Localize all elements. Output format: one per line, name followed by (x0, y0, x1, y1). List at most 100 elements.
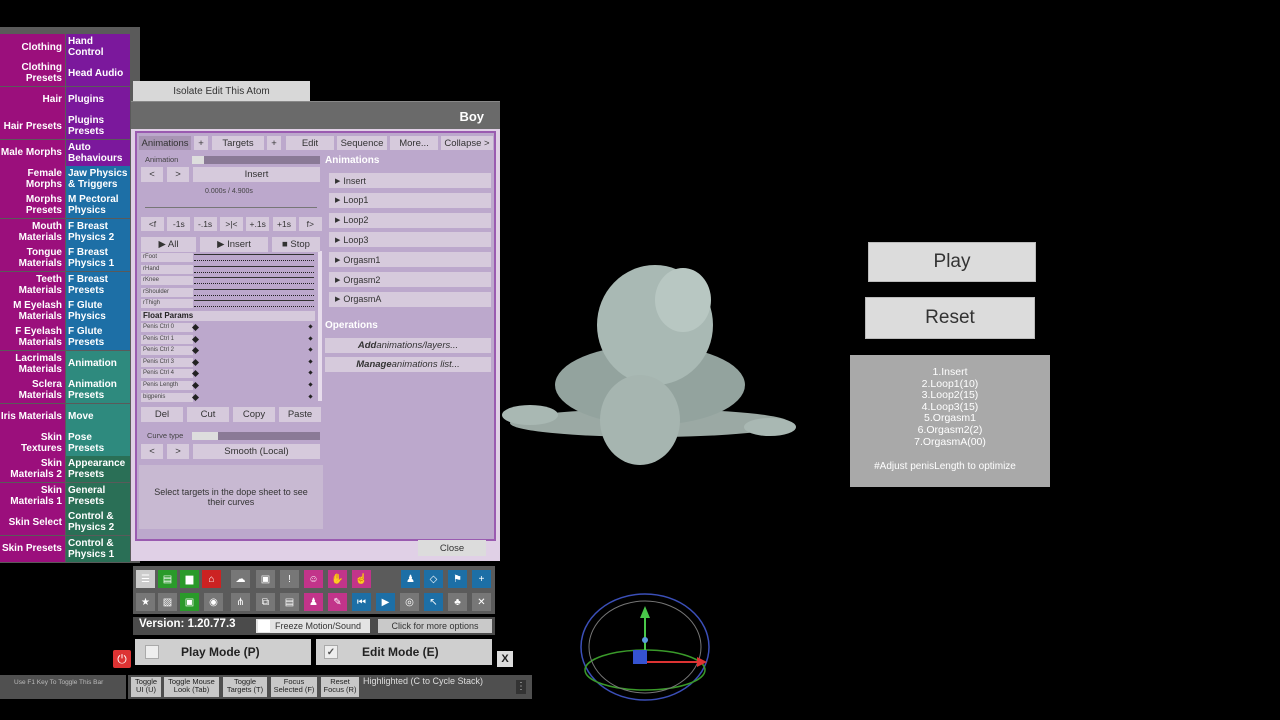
animation-item-4[interactable]: ▶ Orgasm1 (329, 252, 491, 268)
prev-animation-button[interactable]: < (141, 167, 163, 182)
screenshot-icon[interactable]: ▣ (180, 593, 199, 611)
play-button-2[interactable]: ■ Stop (272, 237, 320, 252)
tab-left-18[interactable]: Skin Select (0, 509, 65, 536)
person-select-icon[interactable]: ♟ (304, 593, 323, 611)
track-label[interactable]: rFoot (141, 253, 193, 262)
tab-right-5[interactable]: Jaw Physics & Triggers (66, 166, 130, 192)
power-icon[interactable]: ⏻ (113, 650, 131, 668)
tab-right-16[interactable]: Appearance Presets (66, 456, 130, 483)
bottom-button-2[interactable]: Toggle Targets (T) (223, 677, 267, 697)
wand-icon[interactable]: ✎ (328, 593, 347, 611)
play-mode-checkbox[interactable] (145, 645, 159, 659)
track-label[interactable]: rHand (141, 264, 193, 274)
edit-button-del[interactable]: Del (141, 407, 183, 422)
tab-left-4[interactable]: Male Morphs (0, 139, 65, 166)
tab-right-7[interactable]: F Breast Physics 2 (66, 218, 130, 245)
float-track-label[interactable]: Penis Ctrl 0 (141, 323, 193, 332)
tools-icon[interactable]: ✕ (472, 593, 491, 611)
edit-scene-icon[interactable]: ▨ (158, 593, 177, 611)
hand-icon[interactable]: ✋ (328, 570, 347, 588)
tab-left-2[interactable]: Hair (0, 86, 65, 113)
tab-right-12[interactable]: Animation (66, 350, 130, 377)
freeze-toggle[interactable]: Freeze Motion/Sound (256, 619, 370, 633)
hierarchy-icon[interactable]: ⋔ (231, 593, 250, 611)
curve-type-select[interactable]: Smooth (Local) (193, 444, 320, 459)
menu-dots-icon[interactable]: ⋮ (516, 680, 526, 694)
target-icon[interactable]: ◎ (400, 593, 419, 611)
bottom-button-3[interactable]: Focus Selected (F) (271, 677, 317, 697)
keyframe-icon[interactable] (191, 323, 200, 332)
cloud-icon[interactable]: ☁ (231, 570, 250, 588)
step-button-0[interactable]: <f (141, 217, 164, 231)
step-button-6[interactable]: f> (298, 217, 322, 231)
float-track-label[interactable]: Penis Length (141, 381, 193, 390)
bottom-button-4[interactable]: Reset Focus (R) (321, 677, 359, 697)
track-keyframes[interactable] (194, 288, 314, 296)
person-add-icon[interactable]: ☺ (304, 570, 323, 588)
keyframe-icon[interactable] (308, 382, 313, 387)
home-icon[interactable]: ⌂ (202, 570, 221, 588)
animation-slider-thumb[interactable] (192, 156, 204, 164)
keyframe-icon[interactable] (191, 381, 200, 390)
dope-scrollbar[interactable] (318, 251, 322, 401)
track-keyframes[interactable] (194, 265, 314, 273)
tab-targets[interactable]: Targets (212, 136, 264, 150)
tab-left-8[interactable]: Tongue Materials (0, 245, 65, 272)
pointer-hand-icon[interactable]: ☝ (352, 570, 371, 588)
track-label[interactable]: rThigh (141, 299, 193, 309)
person-icon[interactable]: ♟ (401, 570, 420, 588)
tab-right-8[interactable]: F Breast Physics 1 (66, 245, 130, 272)
tab-left-6[interactable]: Morphs Presets (0, 192, 65, 219)
track-label[interactable]: rShoulder (141, 287, 193, 297)
freeze-checkbox[interactable] (258, 620, 270, 632)
animation-item-5[interactable]: ▶ Orgasm2 (329, 272, 491, 287)
edit-mode-checkbox[interactable]: ✓ (324, 645, 338, 659)
tab-left-3[interactable]: Hair Presets (0, 113, 65, 140)
tab-right-0[interactable]: Hand Control (66, 34, 130, 60)
keyframe-icon[interactable] (191, 393, 200, 401)
camera-icon[interactable]: ◉ (204, 593, 223, 611)
track-label[interactable]: rKnee (141, 276, 193, 286)
manage-animations-button[interactable]: Manage animations list... (325, 357, 491, 372)
tab-left-14[interactable]: Iris Materials (0, 403, 65, 430)
flag-icon[interactable]: ⚑ (448, 570, 467, 588)
keyframe-icon[interactable] (308, 324, 313, 329)
keyframe-icon[interactable] (308, 359, 313, 364)
tab-left-16[interactable]: Skin Materials 2 (0, 456, 65, 483)
tab-right-15[interactable]: Pose Presets (66, 430, 130, 456)
keyframe-icon[interactable] (308, 393, 313, 399)
tab-collapse[interactable]: Collapse > (441, 136, 493, 150)
tab-right-2[interactable]: Plugins (66, 86, 130, 113)
scene-open-icon[interactable]: ▤ (158, 570, 177, 588)
close-ui-button[interactable]: X (497, 651, 513, 667)
add-animations-button[interactable]: Add animations/layers... (325, 338, 491, 353)
step-button-3[interactable]: >|< (219, 217, 243, 231)
animation-item-3[interactable]: ▶ Loop3 (329, 232, 491, 248)
isolate-edit-atom-button[interactable]: Isolate Edit This Atom (133, 81, 310, 101)
scene-reset-button[interactable]: Reset (865, 297, 1035, 339)
float-track-label[interactable]: Penis Ctrl 3 (141, 357, 193, 367)
float-track-label[interactable]: Penis Ctrl 4 (141, 369, 193, 379)
animation-slider[interactable] (192, 156, 320, 164)
track-keyframes[interactable] (194, 254, 314, 261)
tab-right-9[interactable]: F Breast Presets (66, 271, 130, 298)
3d-figure-model[interactable] (500, 255, 800, 475)
next-animation-button[interactable]: > (167, 167, 189, 182)
tab-right-3[interactable]: Plugins Presets (66, 113, 130, 140)
play-button-0[interactable]: ▶ All (141, 237, 196, 252)
tab-right-10[interactable]: F Glute Physics (66, 298, 130, 324)
tab-right-4[interactable]: Auto Behaviours (66, 139, 130, 166)
tab-left-5[interactable]: Female Morphs (0, 166, 65, 192)
float-track-label[interactable]: Penis Ctrl 1 (141, 334, 193, 344)
add-animation-button[interactable]: + (194, 136, 208, 150)
float-track-label[interactable]: Penis Ctrl 2 (141, 346, 193, 356)
tab-right-1[interactable]: Head Audio (66, 60, 130, 87)
folder-icon[interactable]: ▆ (180, 570, 199, 588)
tab-left-15[interactable]: Skin Textures (0, 430, 65, 456)
tab-right-19[interactable]: Control & Physics 1 (66, 535, 130, 562)
document-icon[interactable]: ▤ (280, 593, 299, 611)
edit-mode-button[interactable]: ✓ Edit Mode (E) (316, 639, 492, 665)
transform-gizmo[interactable] (575, 592, 715, 702)
tab-animations[interactable]: Animations (139, 136, 191, 150)
tab-left-9[interactable]: Teeth Materials (0, 271, 65, 298)
